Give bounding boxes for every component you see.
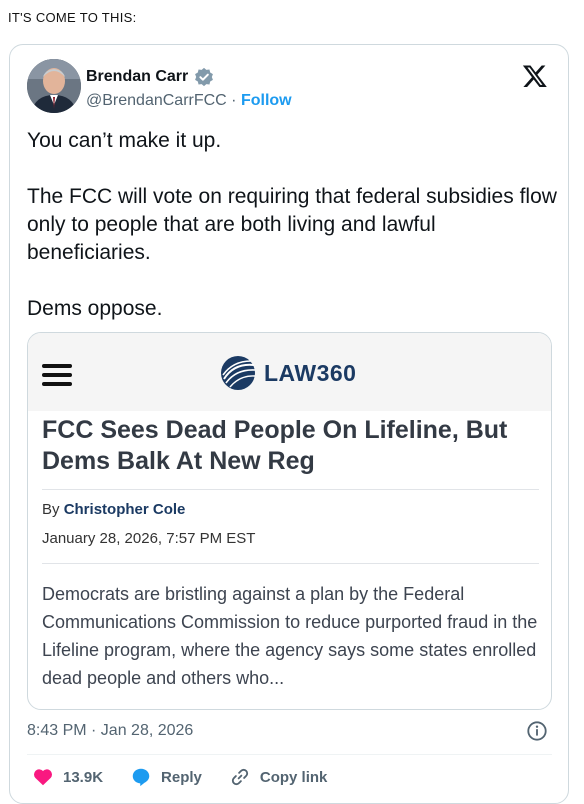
hamburger-menu-icon (42, 364, 72, 386)
copy-link-label: Copy link (259, 768, 328, 786)
copy-link-button[interactable]: Copy link (229, 766, 328, 788)
law360-logo: LAW360 (218, 355, 356, 391)
author-handle[interactable]: @BrendanCarrFCC (86, 92, 227, 109)
card-header: LAW360 (28, 333, 551, 411)
actions-divider (27, 754, 552, 755)
byline-prefix: By (42, 501, 64, 518)
article-author: Christopher Cole (63, 501, 186, 518)
reply-button[interactable]: Reply (130, 766, 202, 788)
handle-separator: · (226, 92, 241, 109)
like-button[interactable]: 13.9K (32, 766, 103, 788)
card-divider (42, 563, 539, 564)
follow-button[interactable]: Follow (241, 92, 292, 109)
x-logo-icon[interactable] (522, 63, 548, 89)
tweet-paragraph: Dems oppose. (27, 297, 163, 320)
reply-icon (132, 768, 150, 787)
author-name[interactable]: Brendan Carr (86, 68, 188, 86)
verified-badge-icon (195, 67, 214, 87)
tweet-body: You can’t make it up. The FCC will vote … (27, 127, 557, 351)
heart-icon (34, 769, 52, 786)
card-divider (42, 489, 539, 490)
handle-row: @BrendanCarrFCC · Follow (86, 92, 292, 110)
tweet-actions: 13.9K Reply Copy link (32, 766, 354, 788)
article-summary: Democrats are bristling against a plan b… (42, 584, 538, 688)
post-caption: IT'S COME TO THIS: (8, 10, 137, 25)
likes-count: 13.9K (63, 768, 104, 786)
site-name: LAW360 (264, 359, 357, 386)
card-byline: By Christopher Cole (42, 501, 185, 518)
reply-label: Reply (161, 768, 202, 786)
link-preview-card[interactable]: LAW360 FCC Sees Dead People On Lifeline,… (27, 332, 552, 710)
embedded-tweet: Brendan Carr @BrendanCarrFCC · Follow Yo… (9, 44, 569, 804)
info-icon[interactable] (526, 720, 548, 742)
tweet-timestamp[interactable]: 8:43 PM · Jan 28, 2026 (27, 722, 193, 740)
avatar-image (27, 59, 81, 113)
avatar[interactable] (27, 59, 81, 113)
tweet-paragraph: The FCC will vote on requiring that fede… (27, 185, 557, 264)
card-headline: FCC Sees Dead People On Lifeline, But De… (42, 416, 508, 475)
tweet-paragraph: You can’t make it up. (27, 129, 222, 152)
article-date: January 28, 2026, 7:57 PM EST (42, 530, 256, 547)
link-icon (231, 768, 248, 786)
law360-logo-icon (221, 356, 256, 390)
